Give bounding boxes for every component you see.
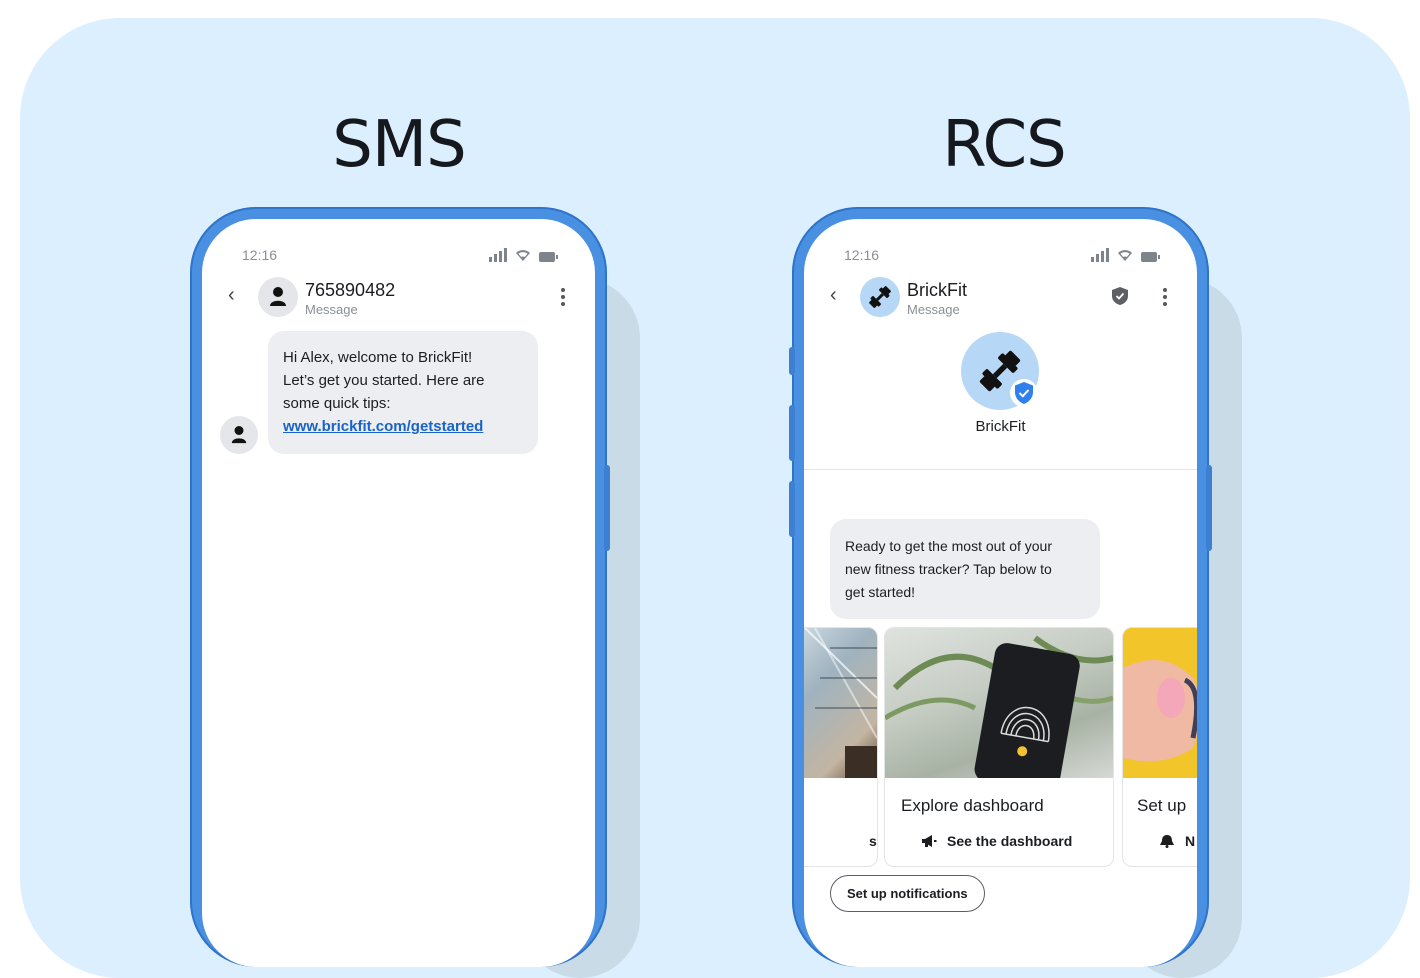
card-image <box>1123 628 1197 778</box>
battery-icon <box>539 252 558 262</box>
sms-screen: 12:16 ‹ 765890482 Message Hi Alex, welco… <box>202 219 595 967</box>
person-icon <box>270 287 286 306</box>
volume-button <box>789 481 795 537</box>
card-title: Set up <box>1137 796 1187 815</box>
power-button <box>604 465 610 551</box>
rcs-message-bubble: Ready to get the most out of your new fi… <box>830 519 1100 619</box>
more-options-icon[interactable] <box>1163 288 1167 306</box>
signal-icon <box>489 248 507 262</box>
sms-phone: 12:16 ‹ 765890482 Message Hi Alex, welco… <box>190 207 610 967</box>
contact-subtitle: Message <box>305 302 358 317</box>
divider <box>804 469 1197 470</box>
rcs-screen: 12:16 ‹ BrickFit Message BrickFit Ready … <box>804 219 1197 967</box>
see-dashboard-action[interactable]: See the dashboard <box>921 833 1072 849</box>
volume-button <box>789 405 795 461</box>
status-time: 12:16 <box>844 247 880 263</box>
getstarted-link[interactable]: www.brickfit.com/getstarted <box>283 418 483 435</box>
brand-avatar[interactable] <box>860 277 900 317</box>
status-bar: 12:16 <box>844 245 1160 265</box>
sms-header: ‹ 765890482 Message <box>202 271 595 321</box>
card-action-label: See the dashboard <box>947 833 1073 849</box>
card-action[interactable]: N <box>1159 833 1195 849</box>
message-line: Ready to get the most out of your <box>845 538 1053 554</box>
carousel-card[interactable]: Set up N <box>1122 627 1197 867</box>
card-image <box>804 628 877 778</box>
back-icon[interactable]: ‹ <box>830 285 850 305</box>
volume-button <box>789 347 795 375</box>
card-image <box>885 628 1113 793</box>
megaphone-icon <box>922 835 937 847</box>
contact-number: 765890482 <box>305 280 396 300</box>
profile-name: BrickFit <box>975 418 1026 435</box>
power-button <box>1206 465 1212 551</box>
battery-icon <box>1141 252 1160 262</box>
phone-dashboard-photo <box>885 635 1113 793</box>
status-time: 12:16 <box>242 247 278 263</box>
message-line: Hi Alex, welcome to BrickFit! <box>283 349 473 366</box>
brand-name: BrickFit <box>907 280 967 300</box>
rich-card-carousel[interactable]: s Explore dashboard See the dashboard Se… <box>804 627 1197 867</box>
card-action[interactable]: s <box>869 833 877 849</box>
message-line: some quick tips: <box>283 395 391 412</box>
verified-shield-icon[interactable] <box>1111 286 1129 306</box>
sender-avatar <box>220 416 258 454</box>
carousel-card[interactable]: s <box>804 627 878 867</box>
profile-avatar <box>961 332 1039 410</box>
sms-heading: SMS <box>332 108 466 182</box>
dumbbell-icon <box>869 286 891 308</box>
status-bar: 12:16 <box>242 245 558 265</box>
more-options-icon[interactable] <box>561 288 565 306</box>
message-line: new fitness tracker? Tap below to <box>845 561 1052 577</box>
hand-photo <box>1123 660 1197 762</box>
carousel-card-explore-dashboard[interactable]: Explore dashboard See the dashboard <box>884 627 1114 867</box>
wifi-icon <box>1118 250 1132 261</box>
set-up-notifications-chip[interactable]: Set up notifications <box>830 875 985 912</box>
back-icon[interactable]: ‹ <box>228 285 248 305</box>
bell-icon <box>1160 835 1174 848</box>
contact-avatar[interactable] <box>258 277 298 317</box>
person-icon <box>231 426 247 444</box>
card-action-label: N <box>1185 833 1196 849</box>
message-line: Let’s get you started. Here are <box>283 372 485 389</box>
sms-message-bubble: Hi Alex, welcome to BrickFit! Let’s get … <box>268 331 538 454</box>
signal-icon <box>1091 248 1109 262</box>
rcs-header: ‹ BrickFit Message <box>804 271 1197 321</box>
brand-subtitle: Message <box>907 302 960 317</box>
building-photo <box>804 628 877 778</box>
wifi-icon <box>516 250 530 261</box>
card-title: Explore dashboard <box>901 796 1044 815</box>
rcs-phone: 12:16 ‹ BrickFit Message BrickFit Ready … <box>789 207 1212 967</box>
verified-badge-icon <box>1010 379 1038 407</box>
message-line: get started! <box>845 584 916 600</box>
rcs-heading: RCS <box>942 108 1067 182</box>
